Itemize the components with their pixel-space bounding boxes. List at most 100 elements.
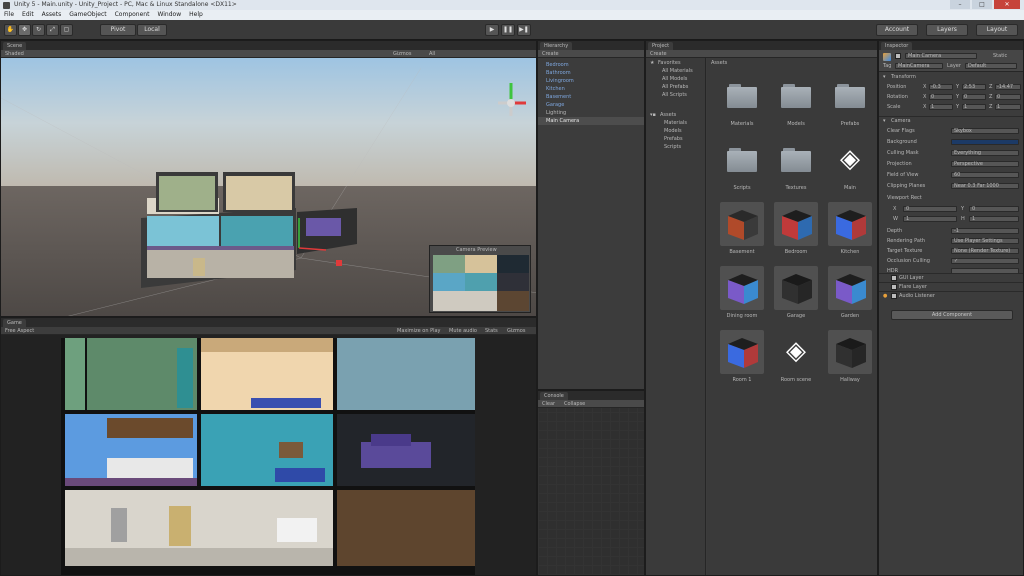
mute-audio-toggle[interactable]: Mute audio: [449, 328, 477, 334]
layer-dropdown[interactable]: Default: [965, 63, 1017, 69]
layout-dropdown[interactable]: Layout: [976, 24, 1018, 36]
gameobject-name-field[interactable]: Main Camera: [905, 53, 977, 59]
menu-window[interactable]: Window: [157, 10, 181, 20]
stats-toggle[interactable]: Stats: [485, 328, 498, 334]
scene-search-input[interactable]: All: [429, 51, 435, 57]
camera-extra-field[interactable]: ✓: [951, 258, 1019, 264]
rotate-tool-icon[interactable]: ↻: [32, 24, 45, 36]
tag-dropdown[interactable]: MainCamera: [895, 63, 943, 69]
camera-row-field[interactable]: Near 0.3 Far 1000: [951, 183, 1019, 189]
menu-help[interactable]: Help: [189, 10, 203, 20]
camera-row-field[interactable]: Skybox: [951, 128, 1019, 134]
x-field[interactable]: -0.3: [929, 84, 953, 90]
project-create-button[interactable]: Create: [650, 51, 667, 57]
audio-listener-component[interactable]: ● Audio Listener: [879, 291, 1023, 299]
asset-tree-item[interactable]: Scripts: [664, 144, 681, 150]
add-component-button[interactable]: Add Component: [891, 310, 1013, 320]
camera-extra-field[interactable]: Use Player Settings: [951, 238, 1019, 244]
asset-tile[interactable]: Hallway: [827, 330, 873, 394]
tab-project[interactable]: Project: [648, 42, 674, 50]
maximize-button[interactable]: □: [972, 0, 992, 9]
flare-layer-component[interactable]: Flare Layer: [879, 282, 1023, 290]
console-clear-button[interactable]: Clear: [542, 401, 555, 407]
z-field[interactable]: 1: [995, 104, 1021, 110]
close-button[interactable]: ✕: [994, 0, 1020, 9]
viewport-field-2[interactable]: 0: [969, 206, 1019, 212]
rect-tool-icon[interactable]: ▢: [60, 24, 73, 36]
audio-listener-checkbox[interactable]: [891, 293, 897, 299]
hierarchy-item[interactable]: Bathroom: [538, 69, 644, 77]
gameobject-active-checkbox[interactable]: [895, 53, 901, 59]
hierarchy-item[interactable]: Basement: [538, 93, 644, 101]
z-field[interactable]: 0: [995, 94, 1021, 100]
hierarchy-item[interactable]: Garage: [538, 101, 644, 109]
gizmos-dropdown[interactable]: Gizmos: [393, 51, 411, 57]
asset-tile[interactable]: Textures: [773, 142, 819, 202]
y-field[interactable]: 0: [962, 94, 986, 100]
asset-tile[interactable]: ◈ Room scene: [773, 334, 819, 394]
asset-tile[interactable]: Garage: [773, 266, 819, 330]
asset-tile[interactable]: Scripts: [719, 142, 765, 202]
favorite-item[interactable]: All Materials: [662, 68, 693, 74]
asset-tile[interactable]: Kitchen: [827, 202, 873, 266]
menu-assets[interactable]: Assets: [42, 10, 62, 20]
transform-title[interactable]: Transform: [891, 74, 916, 80]
tab-scene[interactable]: Scene: [3, 42, 27, 50]
camera-row-field[interactable]: [951, 139, 1019, 145]
asset-tile[interactable]: Materials: [719, 78, 765, 138]
account-dropdown[interactable]: Account: [876, 24, 918, 36]
asset-tile[interactable]: Room 1: [719, 330, 765, 394]
static-toggle[interactable]: Static: [993, 53, 1007, 59]
pivot-toggle[interactable]: Pivot: [100, 24, 136, 36]
hierarchy-create-button[interactable]: Create: [542, 51, 559, 57]
hierarchy-item[interactable]: Bedroom: [538, 61, 644, 69]
asset-tile[interactable]: Basement: [719, 202, 765, 266]
tab-hierarchy[interactable]: Hierarchy: [540, 42, 573, 50]
hand-tool-icon[interactable]: ✋: [4, 24, 17, 36]
move-tool-icon[interactable]: ✥: [18, 24, 31, 36]
camera-foldout-icon[interactable]: ▾: [883, 118, 886, 124]
hierarchy-item[interactable]: Lighting: [538, 109, 644, 117]
transform-foldout-icon[interactable]: ▾: [883, 74, 886, 80]
asset-tree-item[interactable]: Prefabs: [664, 136, 683, 142]
tab-game[interactable]: Game: [3, 319, 26, 327]
scale-tool-icon[interactable]: ⤢: [46, 24, 59, 36]
flare-layer-checkbox[interactable]: [891, 284, 897, 290]
pause-button[interactable]: ❚❚: [501, 24, 515, 36]
gui-layer-component[interactable]: GUI Layer: [879, 273, 1023, 281]
camera-title[interactable]: Camera: [891, 118, 911, 124]
menu-edit[interactable]: Edit: [22, 10, 34, 20]
minimize-button[interactable]: –: [950, 0, 970, 9]
hierarchy-item-selected[interactable]: Main Camera: [538, 117, 644, 125]
game-gizmos-toggle[interactable]: Gizmos: [507, 328, 525, 334]
hierarchy-item[interactable]: Livingroom: [538, 77, 644, 85]
viewport-field-1[interactable]: 0: [903, 206, 957, 212]
viewport-field-1[interactable]: 1: [903, 216, 957, 222]
asset-tree-item[interactable]: Materials: [664, 120, 687, 126]
aspect-dropdown[interactable]: Free Aspect: [5, 328, 34, 334]
hierarchy-item[interactable]: Kitchen: [538, 85, 644, 93]
menu-component[interactable]: Component: [115, 10, 150, 20]
menu-file[interactable]: File: [4, 10, 14, 20]
asset-tile[interactable]: Prefabs: [827, 78, 873, 138]
viewport-field-2[interactable]: 1: [969, 216, 1019, 222]
x-field[interactable]: 1: [929, 104, 953, 110]
menu-gameobject[interactable]: GameObject: [69, 10, 106, 20]
project-breadcrumb[interactable]: Assets: [711, 60, 727, 66]
shading-mode-dropdown[interactable]: Shaded: [5, 51, 24, 57]
y-field[interactable]: 1: [962, 104, 986, 110]
y-field[interactable]: 2.53: [962, 84, 986, 90]
favorite-item[interactable]: All Prefabs: [662, 84, 688, 90]
space-toggle[interactable]: Local: [137, 24, 167, 36]
asset-tile[interactable]: Dining room: [719, 266, 765, 330]
favorite-item[interactable]: All Scripts: [662, 92, 687, 98]
favorites-label[interactable]: Favorites: [658, 60, 681, 66]
layers-dropdown[interactable]: Layers: [926, 24, 968, 36]
camera-row-field[interactable]: 60: [951, 172, 1019, 178]
x-field[interactable]: 0: [929, 94, 953, 100]
maximize-on-play-toggle[interactable]: Maximize on Play: [397, 328, 441, 334]
camera-extra-field[interactable]: -1: [951, 228, 1019, 234]
tab-console[interactable]: Console: [540, 392, 568, 400]
gui-layer-checkbox[interactable]: [891, 275, 897, 281]
tab-inspector[interactable]: Inspector: [881, 42, 913, 50]
